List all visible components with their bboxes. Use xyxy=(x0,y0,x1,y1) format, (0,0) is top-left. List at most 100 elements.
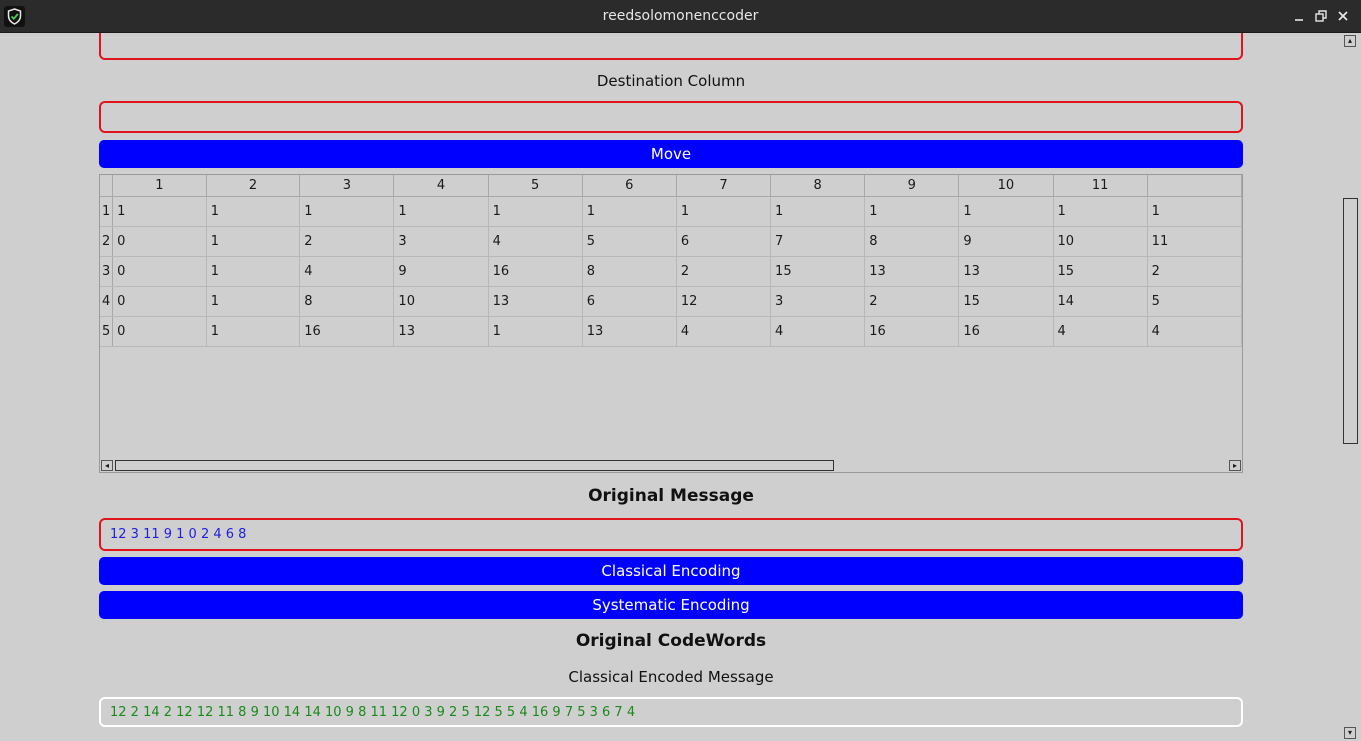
matrix-cell[interactable]: 4 xyxy=(488,226,583,257)
matrix-cell[interactable]: 7 xyxy=(770,226,866,257)
column-header[interactable]: 2 xyxy=(206,175,301,197)
matrix-cell[interactable]: 10 xyxy=(1053,226,1148,257)
matrix-cell[interactable]: 5 xyxy=(582,226,677,257)
matrix-cell[interactable]: 1 xyxy=(206,196,301,227)
move-button[interactable]: Move xyxy=(99,140,1243,168)
scroll-left-icon[interactable]: ◂ xyxy=(101,460,113,471)
matrix-cell[interactable]: 2 xyxy=(676,256,772,287)
table-row: 1111111111111 xyxy=(100,196,1242,227)
matrix-cell[interactable]: 1 xyxy=(206,316,301,347)
matrix-cell[interactable]: 6 xyxy=(582,286,677,317)
matrix-cell[interactable]: 13 xyxy=(393,316,489,347)
matrix-cell[interactable]: 2 xyxy=(864,286,960,317)
matrix-cell[interactable]: 1 xyxy=(582,196,677,227)
matrix-cell[interactable]: 4 xyxy=(770,316,866,347)
matrix-cell[interactable]: 3 xyxy=(770,286,866,317)
matrix-cell[interactable]: 4 xyxy=(676,316,772,347)
matrix-cell[interactable]: 13 xyxy=(958,256,1054,287)
matrix-cell[interactable]: 15 xyxy=(958,286,1054,317)
column-header[interactable]: 9 xyxy=(864,175,960,197)
matrix-cell[interactable]: 2 xyxy=(299,226,395,257)
matrix-cell[interactable]: 9 xyxy=(393,256,489,287)
matrix-cell[interactable]: 0 xyxy=(112,226,207,257)
matrix-cell[interactable]: 13 xyxy=(582,316,677,347)
matrix-cell[interactable]: 5 xyxy=(1147,286,1242,317)
matrix-cell[interactable]: 1 xyxy=(676,196,772,227)
matrix-cell[interactable]: 1 xyxy=(112,196,207,227)
matrix-cell[interactable]: 0 xyxy=(112,316,207,347)
matrix-cell[interactable]: 8 xyxy=(582,256,677,287)
matrix-cell[interactable]: 10 xyxy=(393,286,489,317)
column-header[interactable]: 5 xyxy=(488,175,583,197)
matrix-cell[interactable]: 13 xyxy=(488,286,583,317)
matrix-cell[interactable]: 11 xyxy=(1147,226,1242,257)
matrix-cell[interactable]: 16 xyxy=(299,316,395,347)
matrix-cell[interactable]: 3 xyxy=(393,226,489,257)
matrix-cell[interactable]: 8 xyxy=(299,286,395,317)
original-message-field[interactable]: 12 3 11 9 1 0 2 4 6 8 xyxy=(99,518,1243,551)
matrix-cell[interactable]: 1 xyxy=(864,196,960,227)
matrix-cell[interactable]: 1 xyxy=(206,256,301,287)
column-header[interactable]: 10 xyxy=(958,175,1054,197)
matrix-cell[interactable]: 15 xyxy=(770,256,866,287)
matrix-cell[interactable]: 14 xyxy=(1053,286,1148,317)
matrix-cell[interactable]: 1 xyxy=(488,316,583,347)
matrix-grid[interactable]: 1 2 3 4 5 6 7 8 9 10 11 1111111111111201… xyxy=(99,174,1243,473)
scroll-right-icon[interactable]: ▸ xyxy=(1229,460,1241,471)
column-header[interactable]: 6 xyxy=(582,175,677,197)
matrix-cell[interactable]: 4 xyxy=(299,256,395,287)
column-header[interactable]: 11 xyxy=(1053,175,1148,197)
classical-encoding-button[interactable]: Classical Encoding xyxy=(99,557,1243,585)
column-header[interactable]: 1 xyxy=(112,175,207,197)
corner-cell xyxy=(100,175,114,197)
source-column-field[interactable] xyxy=(99,33,1243,60)
matrix-cell[interactable]: 12 xyxy=(676,286,772,317)
row-header[interactable]: 2 xyxy=(100,226,114,257)
scroll-down-icon[interactable]: ▾ xyxy=(1344,727,1356,739)
destination-column-field[interactable] xyxy=(99,101,1243,133)
minimize-icon[interactable] xyxy=(1291,8,1307,24)
window-title: reedsolomonenccoder xyxy=(602,8,759,24)
matrix-cell[interactable]: 0 xyxy=(112,286,207,317)
matrix-cell[interactable]: 1 xyxy=(770,196,866,227)
matrix-cell[interactable]: 1 xyxy=(299,196,395,227)
matrix-cell[interactable]: 1 xyxy=(488,196,583,227)
matrix-cell[interactable]: 16 xyxy=(488,256,583,287)
matrix-cell[interactable]: 1 xyxy=(1053,196,1148,227)
matrix-cell[interactable]: 13 xyxy=(864,256,960,287)
matrix-cell[interactable]: 6 xyxy=(676,226,772,257)
matrix-cell[interactable]: 1 xyxy=(206,286,301,317)
matrix-cell[interactable]: 0 xyxy=(112,256,207,287)
matrix-cell[interactable]: 2 xyxy=(1147,256,1242,287)
classical-encoded-label: Classical Encoded Message xyxy=(568,668,774,686)
matrix-cell[interactable]: 16 xyxy=(864,316,960,347)
column-header[interactable]: 7 xyxy=(676,175,772,197)
matrix-cell[interactable]: 16 xyxy=(958,316,1054,347)
matrix-cell[interactable]: 1 xyxy=(1147,196,1242,227)
matrix-cell[interactable]: 1 xyxy=(393,196,489,227)
vertical-scrollbar[interactable]: ▴ ▾ xyxy=(1342,33,1360,741)
row-header[interactable]: 4 xyxy=(100,286,114,317)
horizontal-scroll-thumb[interactable] xyxy=(115,460,834,471)
matrix-cell[interactable]: 1 xyxy=(206,226,301,257)
matrix-cell[interactable]: 8 xyxy=(864,226,960,257)
column-header[interactable]: 4 xyxy=(393,175,489,197)
row-header[interactable]: 1 xyxy=(100,196,114,227)
row-header[interactable]: 5 xyxy=(100,316,114,347)
column-header[interactable]: 3 xyxy=(299,175,395,197)
scroll-up-icon[interactable]: ▴ xyxy=(1344,35,1356,47)
restore-icon[interactable] xyxy=(1313,8,1329,24)
vertical-scroll-thumb[interactable] xyxy=(1343,198,1358,444)
matrix-cell[interactable]: 1 xyxy=(958,196,1054,227)
matrix-cell[interactable]: 4 xyxy=(1053,316,1148,347)
classical-encoded-field[interactable]: 12 2 14 2 12 12 11 8 9 10 14 14 10 9 8 1… xyxy=(99,697,1243,727)
column-header[interactable]: 8 xyxy=(770,175,866,197)
horizontal-scrollbar[interactable]: ◂ ▸ xyxy=(100,458,1242,472)
row-header[interactable]: 3 xyxy=(100,256,114,287)
close-icon[interactable] xyxy=(1335,8,1351,24)
matrix-cell[interactable]: 9 xyxy=(958,226,1054,257)
systematic-encoding-button[interactable]: Systematic Encoding xyxy=(99,591,1243,619)
matrix-cell[interactable]: 4 xyxy=(1147,316,1242,347)
matrix-cell[interactable]: 15 xyxy=(1053,256,1148,287)
column-header[interactable] xyxy=(1147,175,1242,197)
